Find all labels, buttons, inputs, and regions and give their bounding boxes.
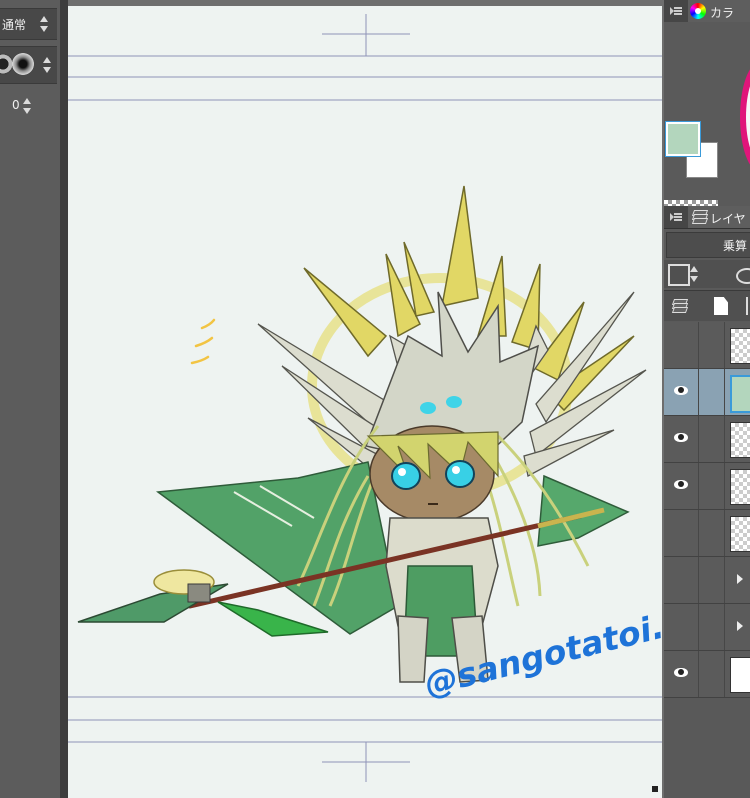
layer-panel-tab[interactable]: レイヤ xyxy=(664,206,750,229)
layer-row[interactable] xyxy=(664,369,750,416)
edit-target-cell[interactable] xyxy=(698,557,725,603)
color-wheel-icon xyxy=(690,3,706,19)
eye-icon xyxy=(674,668,688,677)
color-panel-tab[interactable]: カラ xyxy=(664,0,750,23)
layer-tab[interactable]: レイヤ xyxy=(688,206,750,228)
color-panel-body xyxy=(664,22,750,214)
motion-lines xyxy=(190,318,216,365)
visibility-toggle[interactable] xyxy=(664,510,699,556)
visibility-toggle[interactable] xyxy=(664,557,699,603)
layer-row[interactable] xyxy=(664,322,750,369)
edit-target-cell[interactable] xyxy=(698,651,725,697)
layers-icon xyxy=(691,210,709,224)
folder-row[interactable] xyxy=(664,557,750,604)
edit-target-cell[interactable] xyxy=(698,369,750,415)
edit-target-cell[interactable] xyxy=(698,416,725,462)
new-folder-icon[interactable] xyxy=(746,297,750,315)
panel-menu-icon[interactable] xyxy=(670,5,682,17)
numeric-setting[interactable]: 0 xyxy=(0,92,57,120)
new-raster-layer-icon[interactable] xyxy=(714,297,728,315)
visibility-toggle[interactable] xyxy=(664,416,699,462)
visibility-toggle[interactable] xyxy=(664,369,699,415)
layer-opacity-toolbar xyxy=(664,260,750,288)
color-tab[interactable]: カラ xyxy=(688,0,750,22)
edit-target-cell[interactable] xyxy=(698,322,725,368)
face xyxy=(366,425,499,523)
canvas-area[interactable]: @sangotatoi.bot xyxy=(68,0,664,798)
visibility-toggle[interactable] xyxy=(664,651,699,697)
paper-corner-mark xyxy=(652,786,658,792)
layer-thumbnail xyxy=(730,422,750,458)
layer-thumbnail xyxy=(730,469,750,505)
visibility-toggle[interactable] xyxy=(664,463,699,509)
layer-list xyxy=(664,322,750,798)
layer-row[interactable] xyxy=(664,510,750,557)
eye-icon xyxy=(674,386,688,395)
visibility-toggle[interactable] xyxy=(664,604,699,650)
hue-ring[interactable] xyxy=(740,62,750,172)
folder-expand-icon[interactable] xyxy=(737,621,743,631)
eye-icon xyxy=(674,480,688,489)
tool-property-panel: 通常 0 xyxy=(0,0,60,798)
layer-blend-mode-label: 乗算 xyxy=(723,239,748,253)
foreground-color-swatch[interactable] xyxy=(666,122,700,156)
layer-tab-label: レイヤ xyxy=(710,212,746,226)
soft-brush-tip-icon[interactable] xyxy=(12,53,34,75)
artwork-canvas: @sangotatoi.bot xyxy=(68,14,662,782)
brush-tip-selector[interactable] xyxy=(0,46,57,84)
color-tab-label: カラ xyxy=(710,6,735,20)
edit-target-cell[interactable] xyxy=(698,510,725,556)
new-layer-stack-icon[interactable] xyxy=(671,299,689,313)
eye-icon xyxy=(674,433,688,442)
folder-row[interactable] xyxy=(664,604,750,651)
blend-mode-dropdown[interactable]: 通常 xyxy=(0,8,57,40)
numeric-spinner-icon[interactable] xyxy=(23,98,32,114)
edit-target-cell[interactable] xyxy=(698,604,725,650)
edit-target-cell[interactable] xyxy=(698,463,725,509)
panel-divider[interactable] xyxy=(60,0,68,798)
layer-thumbnail xyxy=(730,328,750,364)
layer-color-box-icon[interactable] xyxy=(668,264,690,286)
numeric-value: 0 xyxy=(12,98,20,112)
layer-row[interactable] xyxy=(664,463,750,510)
drawing-paper[interactable]: @sangotatoi.bot xyxy=(68,6,662,798)
panel-menu-icon[interactable] xyxy=(670,211,682,223)
layer-thumbnail xyxy=(730,375,750,413)
right-panel: カラ レイヤ 乗算 xyxy=(664,0,750,798)
layer-blend-mode-dropdown[interactable]: 乗算 xyxy=(666,232,750,258)
opacity-spinner-icon[interactable] xyxy=(690,266,699,282)
brush-tip-spinner-icon[interactable] xyxy=(43,57,52,73)
layer-action-toolbar xyxy=(664,290,750,321)
layer-thumbnail xyxy=(730,657,750,693)
layer-thumbnail xyxy=(730,516,750,552)
reference-layer-icon[interactable] xyxy=(736,268,750,284)
dropdown-arrows-icon[interactable] xyxy=(40,16,49,32)
blend-mode-label: 通常 xyxy=(2,18,27,32)
folder-expand-icon[interactable] xyxy=(737,574,743,584)
visibility-toggle[interactable] xyxy=(664,322,699,368)
layer-row[interactable] xyxy=(664,416,750,463)
layer-row-paper[interactable] xyxy=(664,651,750,698)
